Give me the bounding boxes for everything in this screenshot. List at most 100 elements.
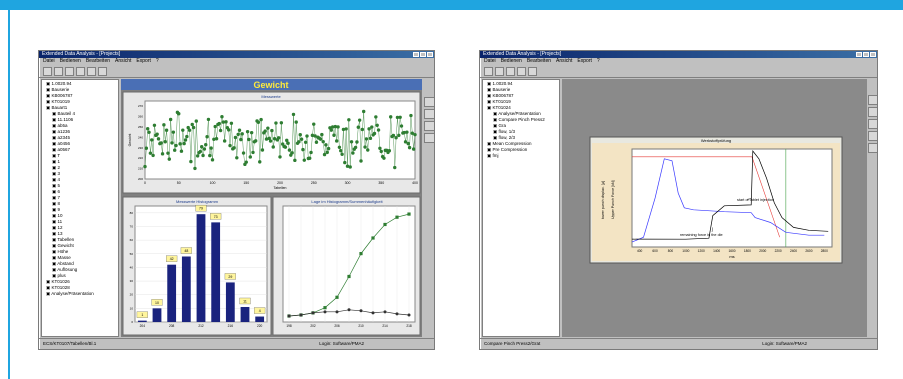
menu-bedienen[interactable]: Bedienen bbox=[501, 58, 522, 65]
cumulative-title: Lage im Histogramm/Summenhäufigkeit bbox=[311, 199, 383, 204]
cumulative-point bbox=[395, 215, 399, 219]
left-status-text: ECS/KT0107/Tabellen/Bl.1 bbox=[43, 341, 97, 346]
scatter-point bbox=[324, 143, 328, 147]
menu-export[interactable]: Export bbox=[136, 58, 150, 65]
scatter-point bbox=[204, 143, 208, 147]
scatter-point bbox=[245, 129, 250, 134]
menu-export[interactable]: Export bbox=[577, 58, 591, 65]
scatter-point bbox=[236, 132, 240, 137]
scatter-point bbox=[258, 160, 262, 164]
scatter-point bbox=[195, 154, 200, 158]
x-tick-label: 300 bbox=[345, 181, 351, 185]
menu-bedienen[interactable]: Bedienen bbox=[60, 58, 81, 65]
scatter-point bbox=[397, 133, 401, 138]
y-tick-label: 10 bbox=[130, 306, 134, 310]
y-tick-label: 260 bbox=[138, 115, 143, 119]
side-btn-3[interactable] bbox=[424, 121, 434, 131]
x-tick-label: 350 bbox=[378, 181, 384, 185]
chart-icon[interactable] bbox=[98, 66, 107, 76]
right-login-text: Login: Software/PMA2 bbox=[762, 341, 807, 346]
side-btn-4[interactable] bbox=[868, 131, 877, 141]
scatter-point bbox=[411, 147, 416, 151]
scatter-point bbox=[366, 148, 370, 152]
menu-help[interactable]: ? bbox=[597, 58, 600, 65]
x-axis-label: ms bbox=[729, 254, 734, 259]
minimize-icon[interactable] bbox=[856, 52, 862, 57]
distribution-point bbox=[359, 309, 363, 313]
save-icon[interactable] bbox=[495, 66, 504, 76]
open-icon[interactable] bbox=[484, 66, 493, 76]
scatter-point bbox=[244, 160, 248, 164]
menu-datei[interactable]: Datei bbox=[484, 58, 496, 65]
menu-ansicht[interactable]: Ansicht bbox=[115, 58, 131, 65]
maximize-icon[interactable] bbox=[420, 52, 426, 57]
scatter-point bbox=[198, 149, 203, 154]
histogram-bar bbox=[167, 264, 177, 322]
menu-ansicht[interactable]: Ansicht bbox=[556, 58, 572, 65]
paste-icon[interactable] bbox=[87, 66, 96, 76]
annotation-remaining-force: remaining force in the die bbox=[680, 233, 723, 237]
right-window-title: Extended Data Analysis - [Projects] bbox=[483, 51, 562, 57]
y-tick-label: 60 bbox=[130, 238, 134, 242]
top-accent-bar bbox=[0, 0, 903, 10]
scatter-point bbox=[156, 137, 161, 141]
tree-item[interactable]: ▣ Analyse/Präsentation bbox=[44, 291, 116, 297]
distribution-point bbox=[371, 311, 375, 315]
right-app-window: Extended Data Analysis - [Projects] Date… bbox=[479, 50, 878, 350]
scatter-point bbox=[185, 134, 189, 139]
scatter-point bbox=[150, 138, 154, 142]
y-tick-label: 230 bbox=[138, 146, 143, 150]
scatter-point bbox=[301, 147, 305, 152]
open-icon[interactable] bbox=[43, 66, 52, 76]
scatter-point bbox=[362, 109, 366, 114]
copy-icon[interactable] bbox=[76, 66, 85, 76]
minimize-icon[interactable] bbox=[413, 52, 419, 57]
x-tick-label: 2800 bbox=[821, 249, 828, 253]
side-btn-5[interactable] bbox=[868, 143, 877, 153]
side-btn-1[interactable] bbox=[868, 95, 877, 105]
scatter-point bbox=[191, 125, 196, 130]
scatter-point bbox=[220, 114, 224, 119]
x-tick-label: 400 bbox=[412, 181, 418, 185]
menu-datei[interactable]: Datei bbox=[43, 58, 55, 65]
close-icon[interactable] bbox=[427, 52, 433, 57]
y-axis-label-right: Upper Punch Force [kN] bbox=[611, 180, 615, 219]
x-tick-label: 2400 bbox=[790, 249, 797, 253]
close-icon[interactable] bbox=[870, 52, 876, 57]
side-btn-2[interactable] bbox=[868, 107, 877, 117]
histogram-bar bbox=[181, 256, 191, 322]
x-tick-label: 208 bbox=[169, 324, 175, 328]
y-tick-label: 250 bbox=[138, 125, 143, 129]
chart-icon[interactable] bbox=[528, 66, 537, 76]
y-tick-label: 270 bbox=[138, 104, 143, 108]
right-project-tree[interactable]: ▣ 1.0020.94 ▣ Bauserie ▣ KB006787 ▣ KT01019… bbox=[482, 79, 560, 337]
scatter-point bbox=[268, 139, 273, 143]
scatter-point bbox=[266, 126, 270, 130]
cut-icon[interactable] bbox=[506, 66, 515, 76]
left-project-tree[interactable]: ▣ 1.0020.94 ▣ Bauserie ▣ KB006787 ▣ KT01019… bbox=[41, 79, 119, 337]
side-btn-2[interactable] bbox=[424, 109, 434, 119]
copy-icon[interactable] bbox=[517, 66, 526, 76]
scatter-point bbox=[171, 130, 176, 134]
cut-icon[interactable] bbox=[65, 66, 74, 76]
save-icon[interactable] bbox=[54, 66, 63, 76]
menu-bearbeiten[interactable]: Bearbeiten bbox=[86, 58, 110, 65]
scatter-point bbox=[406, 141, 410, 146]
scatter-point bbox=[148, 151, 153, 155]
menu-bearbeiten[interactable]: Bearbeiten bbox=[527, 58, 551, 65]
x-tick-label: 600 bbox=[652, 249, 658, 253]
tree-item[interactable]: ▣ fmj bbox=[485, 153, 557, 159]
scatter-point bbox=[227, 128, 231, 132]
scatter-point bbox=[239, 137, 243, 142]
side-btn-4[interactable] bbox=[424, 133, 434, 143]
scatter-point bbox=[200, 145, 204, 149]
maximize-icon[interactable] bbox=[863, 52, 869, 57]
menu-help[interactable]: ? bbox=[156, 58, 159, 65]
side-btn-3[interactable] bbox=[868, 119, 877, 129]
scatter-point bbox=[270, 128, 274, 133]
scatter-title: Messwerte bbox=[261, 94, 281, 99]
cumulative-point bbox=[383, 222, 387, 227]
scatter-point bbox=[290, 151, 294, 155]
left-status-bar: ECS/KT0107/Tabellen/Bl.1 Login: Software… bbox=[39, 338, 434, 349]
side-btn-1[interactable] bbox=[424, 97, 434, 107]
